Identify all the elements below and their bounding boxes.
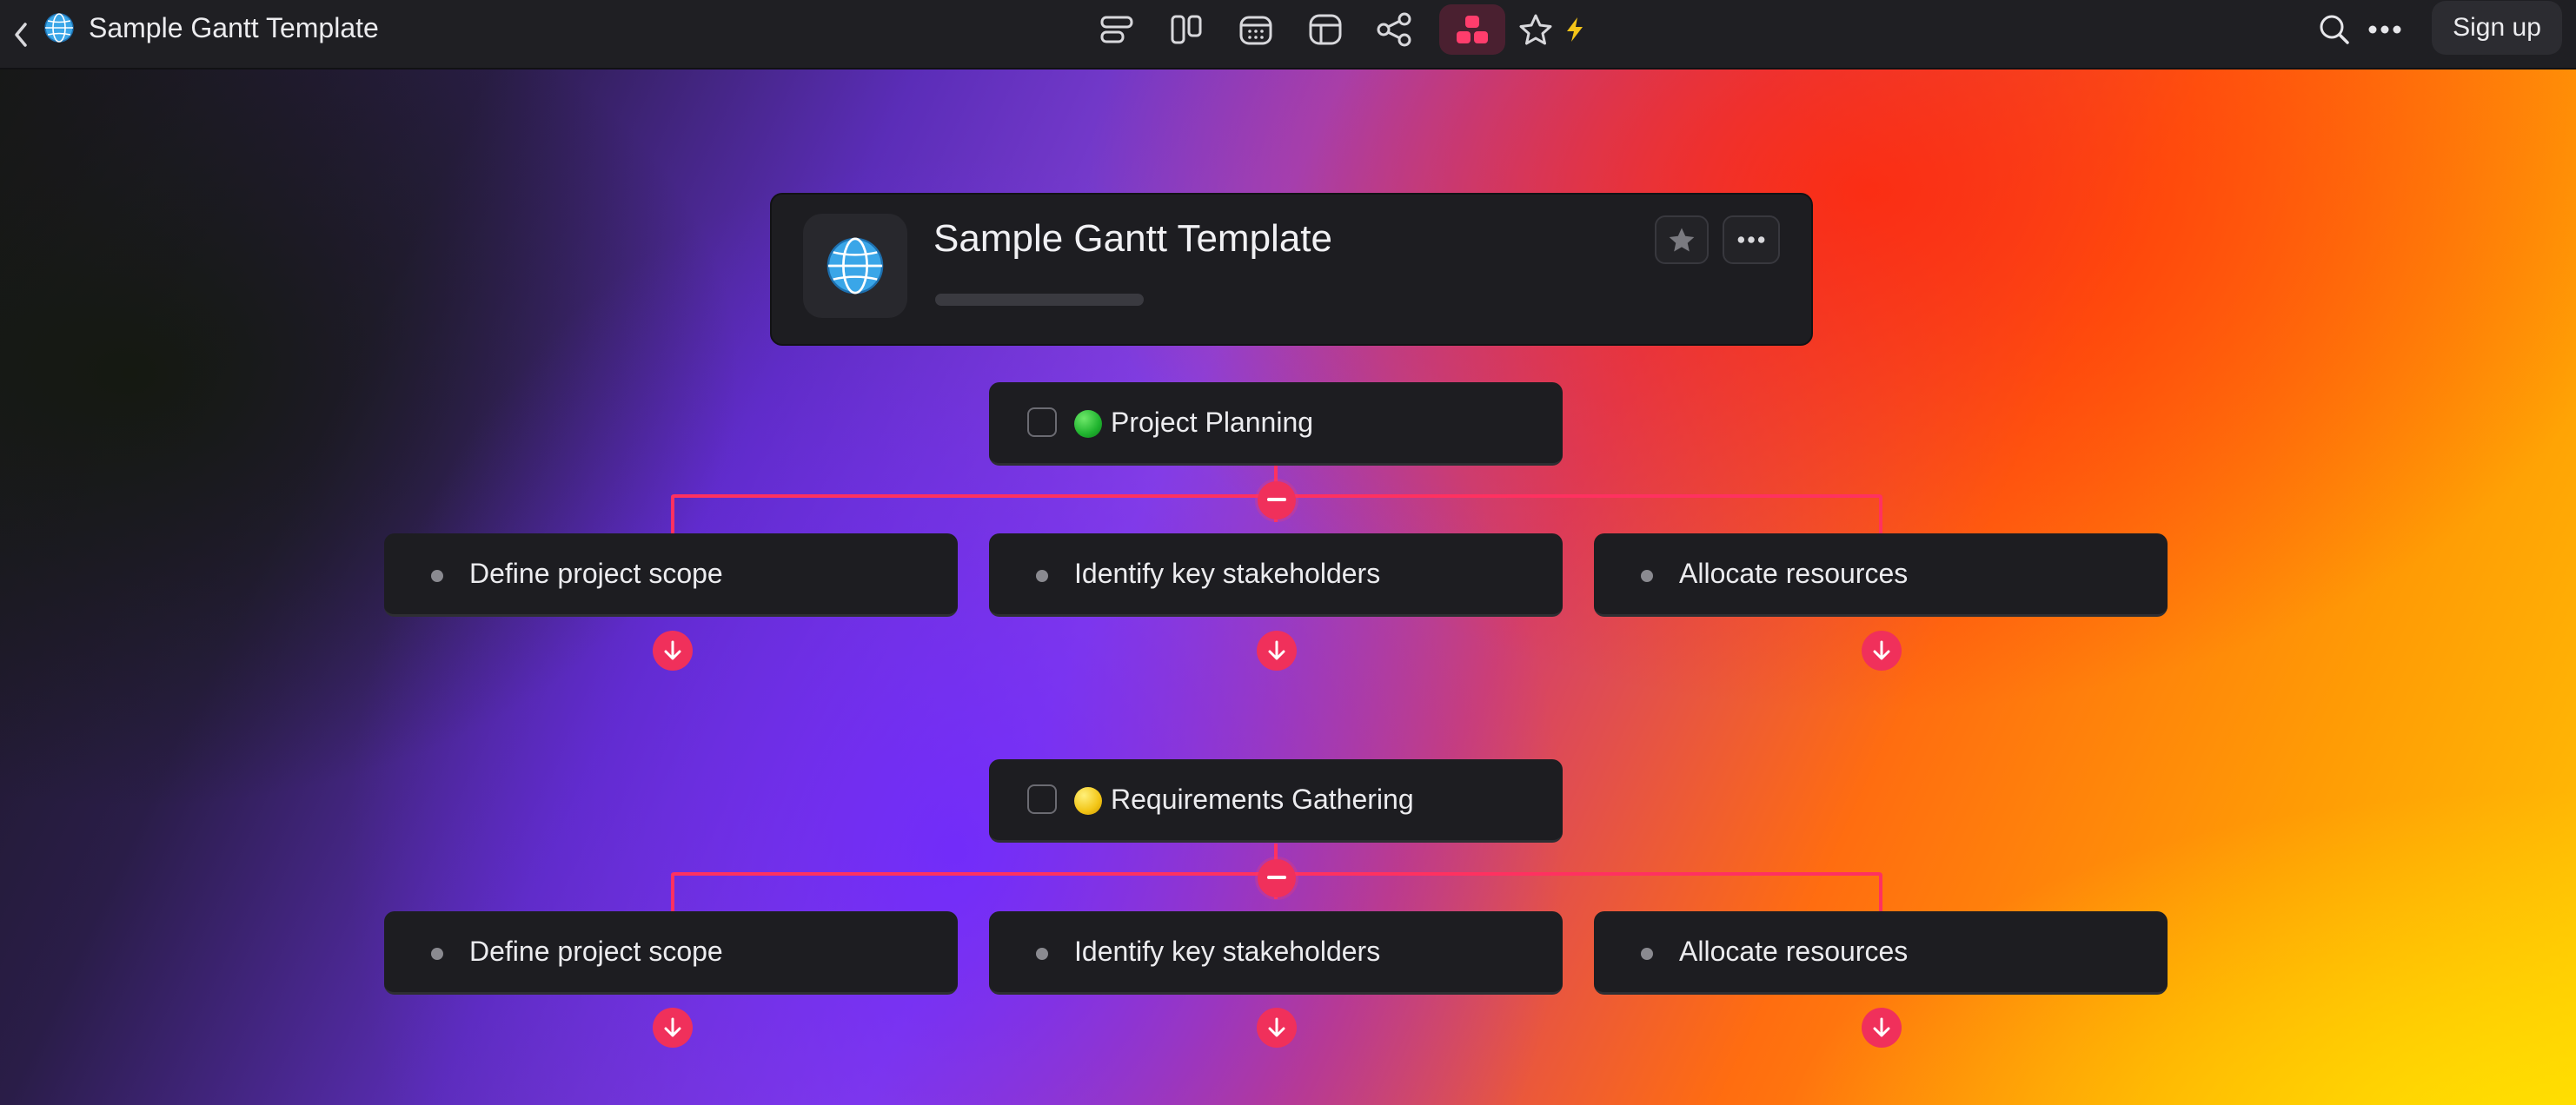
card-menu-button[interactable] [1723, 215, 1780, 264]
subtask-title: Allocate resources [1679, 558, 1909, 589]
subtask-node[interactable]: Identify key stakeholders [989, 911, 1563, 995]
automation-button[interactable] [1557, 4, 1592, 55]
mindmap-view-icon [1457, 16, 1488, 43]
task-node-requirements-gathering[interactable]: Requirements Gathering [989, 759, 1563, 843]
calendar-view-icon [1239, 16, 1272, 45]
collapse-button[interactable] [1258, 481, 1296, 519]
expand-button[interactable] [1257, 1008, 1297, 1048]
subtask-title: Define project scope [469, 558, 723, 589]
globe-icon [44, 13, 74, 43]
chevron-left-icon [15, 23, 27, 47]
table-view-icon [1309, 14, 1342, 45]
task-title: Project Planning [1111, 407, 1314, 438]
bullet-icon [431, 570, 443, 582]
subtask-title: Identify key stakeholders [1074, 558, 1381, 589]
table-view-button[interactable] [1300, 4, 1351, 55]
star-filled-icon [1669, 228, 1695, 252]
bullet-icon [1036, 948, 1048, 960]
subtask-node[interactable]: Allocate resources [1594, 911, 2168, 995]
subtask-title: Allocate resources [1679, 936, 1909, 967]
collapse-button[interactable] [1258, 859, 1296, 897]
expand-button[interactable] [1257, 631, 1297, 671]
arrow-down-icon [664, 640, 681, 660]
mindmap-view-button[interactable] [1439, 4, 1505, 55]
search-button[interactable] [2314, 9, 2355, 50]
more-horizontal-icon [2368, 25, 2401, 34]
subtask-node[interactable]: Define project scope [384, 533, 958, 617]
expand-button[interactable] [653, 1008, 693, 1048]
top-bar: Sample Gantt Template Sign up [0, 0, 2576, 69]
task-title: Requirements Gathering [1111, 784, 1414, 815]
more-options-button[interactable] [2364, 9, 2406, 50]
minus-icon [1267, 498, 1286, 501]
bolt-icon [1567, 17, 1583, 42]
subtask-node[interactable]: Define project scope [384, 911, 958, 995]
back-button[interactable] [7, 16, 35, 54]
expand-button[interactable] [1862, 1008, 1902, 1048]
mindmap-canvas[interactable]: Sample Gantt Template Project Planning D… [0, 69, 2576, 1105]
status-dot [1074, 787, 1102, 815]
subtask-node[interactable]: Identify key stakeholders [989, 533, 1563, 617]
graph-view-icon [1377, 12, 1411, 47]
minus-icon [1267, 876, 1286, 879]
pin-favorite-button[interactable] [1655, 215, 1709, 264]
page-title: Sample Gantt Template [933, 217, 1332, 260]
sign-up-button[interactable]: Sign up [2432, 1, 2562, 55]
subtask-node[interactable]: Allocate resources [1594, 533, 2168, 617]
arrow-down-icon [1873, 1017, 1890, 1037]
expand-button[interactable] [653, 631, 693, 671]
board-view-button[interactable] [1161, 4, 1212, 55]
bullet-icon [1641, 570, 1653, 582]
task-checkbox[interactable] [1027, 784, 1057, 814]
list-view-icon [1100, 16, 1133, 43]
list-view-button[interactable] [1092, 4, 1142, 55]
star-icon [1519, 14, 1552, 45]
arrow-down-icon [1268, 1017, 1285, 1037]
bullet-icon [431, 948, 443, 960]
calendar-view-button[interactable] [1231, 4, 1281, 55]
progress-bar [935, 294, 1144, 306]
app-title: Sample Gantt Template [89, 12, 379, 43]
globe-icon [827, 237, 884, 294]
bullet-icon [1641, 948, 1653, 960]
arrow-down-icon [664, 1017, 681, 1037]
more-horizontal-icon [1737, 236, 1765, 243]
bullet-icon [1036, 570, 1048, 582]
board-view-icon [1171, 15, 1202, 44]
task-checkbox[interactable] [1027, 407, 1057, 437]
favorite-button[interactable] [1514, 4, 1557, 55]
page-icon-box[interactable] [803, 214, 907, 318]
expand-button[interactable] [1862, 631, 1902, 671]
page-header-card: Sample Gantt Template [770, 193, 1813, 346]
graph-view-button[interactable] [1370, 4, 1420, 55]
subtask-title: Define project scope [469, 936, 723, 967]
task-node-project-planning[interactable]: Project Planning [989, 382, 1563, 466]
view-switcher [1092, 3, 1592, 56]
arrow-down-icon [1873, 640, 1890, 660]
arrow-down-icon [1268, 640, 1285, 660]
subtask-title: Identify key stakeholders [1074, 936, 1381, 967]
status-dot [1074, 410, 1102, 438]
search-icon [2320, 15, 2349, 44]
